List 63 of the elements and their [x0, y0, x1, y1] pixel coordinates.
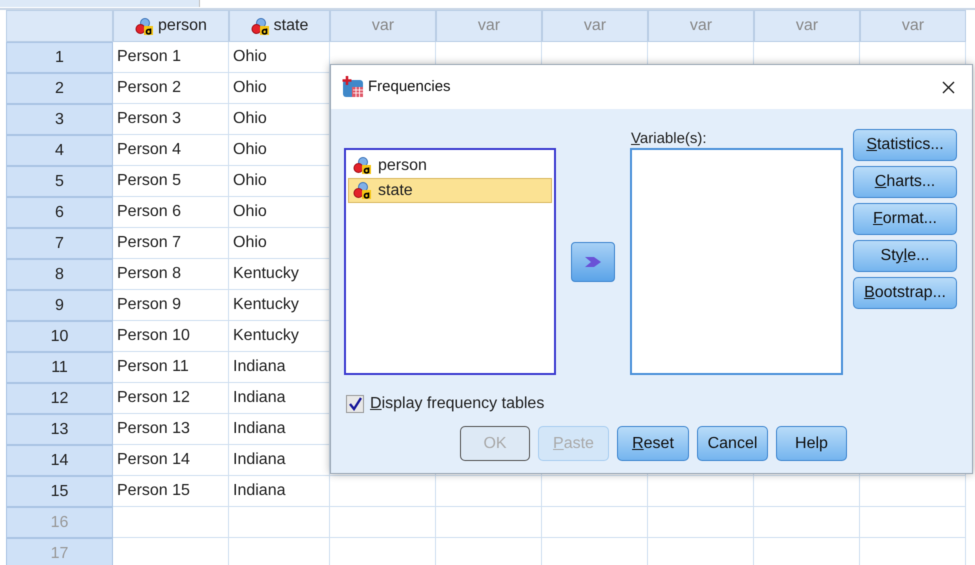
table-cell: Person 5	[113, 166, 229, 197]
column-header[interactable]: state	[229, 10, 330, 42]
target-list-label: Variable(s):	[631, 129, 707, 149]
row-number[interactable]: 2	[6, 73, 113, 104]
row-number[interactable]: 12	[6, 383, 113, 414]
table-cell: Person 3	[113, 104, 229, 135]
dialog-button[interactable]: Format...	[853, 203, 957, 235]
table-cell: Person 1	[113, 42, 229, 73]
variable-icon	[353, 182, 372, 199]
dialog-button[interactable]: Reset	[617, 426, 689, 461]
table-cell: Person 2	[113, 73, 229, 104]
variable-item[interactable]: person	[348, 153, 552, 178]
dialog-button[interactable]: Cancel	[697, 426, 768, 461]
row-number[interactable]: 8	[6, 259, 113, 290]
table-cell: Person 4	[113, 135, 229, 166]
dialog-title: Frequencies	[368, 76, 451, 97]
row-number[interactable]: 5	[6, 166, 113, 197]
table-cell: Person 9	[113, 290, 229, 321]
table-cell: Indiana	[229, 476, 330, 507]
checkbox[interactable]	[346, 395, 364, 413]
row-number[interactable]: 3	[6, 104, 113, 135]
row-number[interactable]: 14	[6, 445, 113, 476]
row-number[interactable]: 6	[6, 197, 113, 228]
table-cell: Person 6	[113, 197, 229, 228]
column-label: person	[158, 16, 207, 36]
close-icon	[942, 80, 954, 94]
row-number[interactable]: 7	[6, 228, 113, 259]
table-cell: Person 15	[113, 476, 229, 507]
row-number[interactable]: 10	[6, 321, 113, 352]
table-cell: Person 8	[113, 259, 229, 290]
table-cell: Ohio	[229, 42, 330, 73]
variable-icon	[250, 18, 270, 34]
variable-icon	[135, 18, 154, 34]
table-cell: Person 13	[113, 414, 229, 445]
move-button[interactable]	[571, 242, 615, 282]
table-cell: Person 14	[113, 445, 229, 476]
variable-name: state	[378, 180, 413, 200]
checkbox-label: Display frequency tables	[370, 394, 544, 414]
dialog-button[interactable]: Help	[776, 426, 847, 461]
row-number[interactable]: 1	[6, 42, 113, 73]
row-number[interactable]: 4	[6, 135, 113, 166]
table-cell: Person 11	[113, 352, 229, 383]
row-number[interactable]: 9	[6, 290, 113, 321]
source-variable-list[interactable]: person state	[344, 148, 556, 375]
dialog-button[interactable]: Style...	[853, 240, 957, 272]
variable-name: person	[378, 156, 427, 176]
dialog-button[interactable]: Statistics...	[853, 129, 957, 161]
check-icon	[348, 397, 362, 411]
arrow-icon	[584, 254, 602, 270]
table-cell: Person 10	[113, 321, 229, 352]
row-number[interactable]: 13	[6, 414, 113, 445]
row-number[interactable]: 11	[6, 352, 113, 383]
dialog-button[interactable]: Bootstrap...	[853, 277, 957, 309]
row-number[interactable]: 15	[6, 476, 113, 507]
dialog-button[interactable]: Charts...	[853, 166, 957, 198]
variable-item[interactable]: state	[348, 178, 552, 203]
column-header[interactable]: person	[113, 10, 229, 42]
frequencies-icon	[341, 76, 365, 98]
variable-icon	[353, 157, 372, 174]
table-cell: Person 12	[113, 383, 229, 414]
target-variable-list[interactable]	[630, 148, 843, 375]
column-label: state	[274, 16, 308, 36]
table-cell: Person 7	[113, 228, 229, 259]
